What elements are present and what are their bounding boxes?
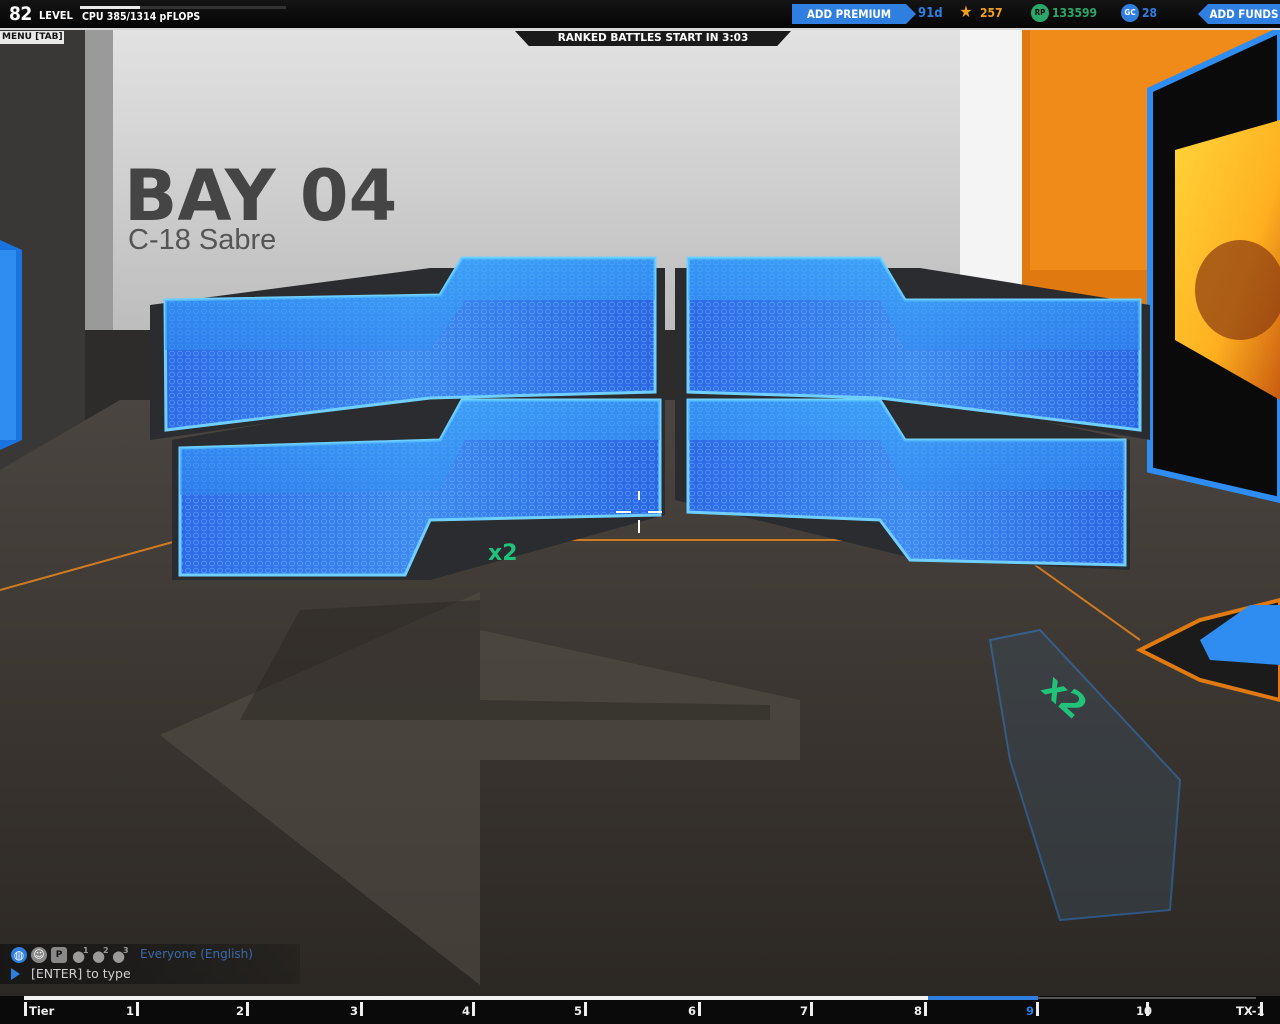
tier-tick [584, 1002, 587, 1016]
garage-scene: BAY 04 C-18 Sabre x2 x2 [0, 26, 1280, 1024]
tier-label: 4 [462, 1004, 471, 1018]
star-count: 257 [980, 6, 1003, 20]
tier-label: 2 [236, 1004, 245, 1018]
level-label: LEVEL [39, 9, 73, 22]
ranked-battles-notice: RANKED BATTLES START IN 3:03 [515, 31, 791, 46]
tier-label: 10 [1136, 1004, 1153, 1018]
party-3-icon[interactable]: ● 3 [112, 946, 132, 965]
party-2-icon[interactable]: ● 2 [92, 946, 112, 965]
robot-name: C-18 Sabre [128, 224, 276, 256]
tier-tick [136, 1002, 139, 1016]
tier-label: 1 [126, 1004, 135, 1018]
menu-tab-hint[interactable]: MENU [TAB] [0, 31, 64, 44]
cpu-readout: CPU 385/1314 pFLOPS [82, 11, 201, 23]
add-funds-button[interactable]: ADD FUNDS [1198, 4, 1280, 24]
tier-tick [472, 1002, 475, 1016]
star-icon: ★ [959, 2, 973, 21]
cpu-usage-bar [80, 6, 286, 9]
rp-icon: RP [1031, 4, 1049, 22]
robit-points-count: 133599 [1052, 6, 1098, 20]
chat-input[interactable]: [ENTER] to type [31, 966, 131, 981]
top-hud-bar: 82 LEVEL CPU 385/1314 pFLOPS ADD PREMIUM… [0, 0, 1280, 30]
chat-channel-label[interactable]: Everyone (English) [140, 947, 253, 961]
party-2-label: 2 [103, 946, 109, 955]
tier-label: 6 [688, 1004, 697, 1018]
tier-tick [360, 1002, 363, 1016]
tier-label: 5 [574, 1004, 583, 1018]
galaxy-coins-count: 28 [1142, 6, 1158, 20]
tier-tick [24, 1002, 27, 1016]
tier-tick [924, 1002, 927, 1016]
tier-tick [698, 1002, 701, 1016]
party-3-label: 3 [123, 946, 129, 955]
tier-label: Tier [29, 1004, 55, 1018]
tier-label: 9 [1026, 1004, 1035, 1018]
tier-label: 3 [350, 1004, 359, 1018]
tier-tick [810, 1002, 813, 1016]
tier-tick [1036, 1002, 1039, 1016]
player-level: 82 [9, 3, 32, 25]
party-1-icon[interactable]: ● 1 [72, 946, 92, 965]
person-icon[interactable]: ☺ [31, 947, 47, 963]
tier-label: TX-1 [1236, 1004, 1265, 1018]
globe-icon[interactable]: ◍ [11, 947, 27, 963]
add-premium-button[interactable]: ADD PREMIUM [792, 4, 916, 24]
tier-label: 8 [914, 1004, 923, 1018]
floor-multiplier-label: x2 [488, 541, 518, 566]
premium-days-remaining: 91d [918, 6, 943, 21]
tier-progress-fill [24, 996, 956, 1000]
tier-label: 7 [800, 1004, 809, 1018]
tier-current-marker [928, 996, 1038, 1000]
cpu-usage-fill [80, 6, 141, 9]
p-icon[interactable]: P [51, 947, 67, 963]
tier-tick [246, 1002, 249, 1016]
chat-arrow-icon [11, 968, 20, 980]
gc-icon: GC [1121, 4, 1139, 22]
tier-progress-bar: Tier 1 2 3 4 5 6 7 8 9 10 TX-1 [0, 996, 1280, 1024]
party-1-label: 1 [83, 946, 89, 955]
